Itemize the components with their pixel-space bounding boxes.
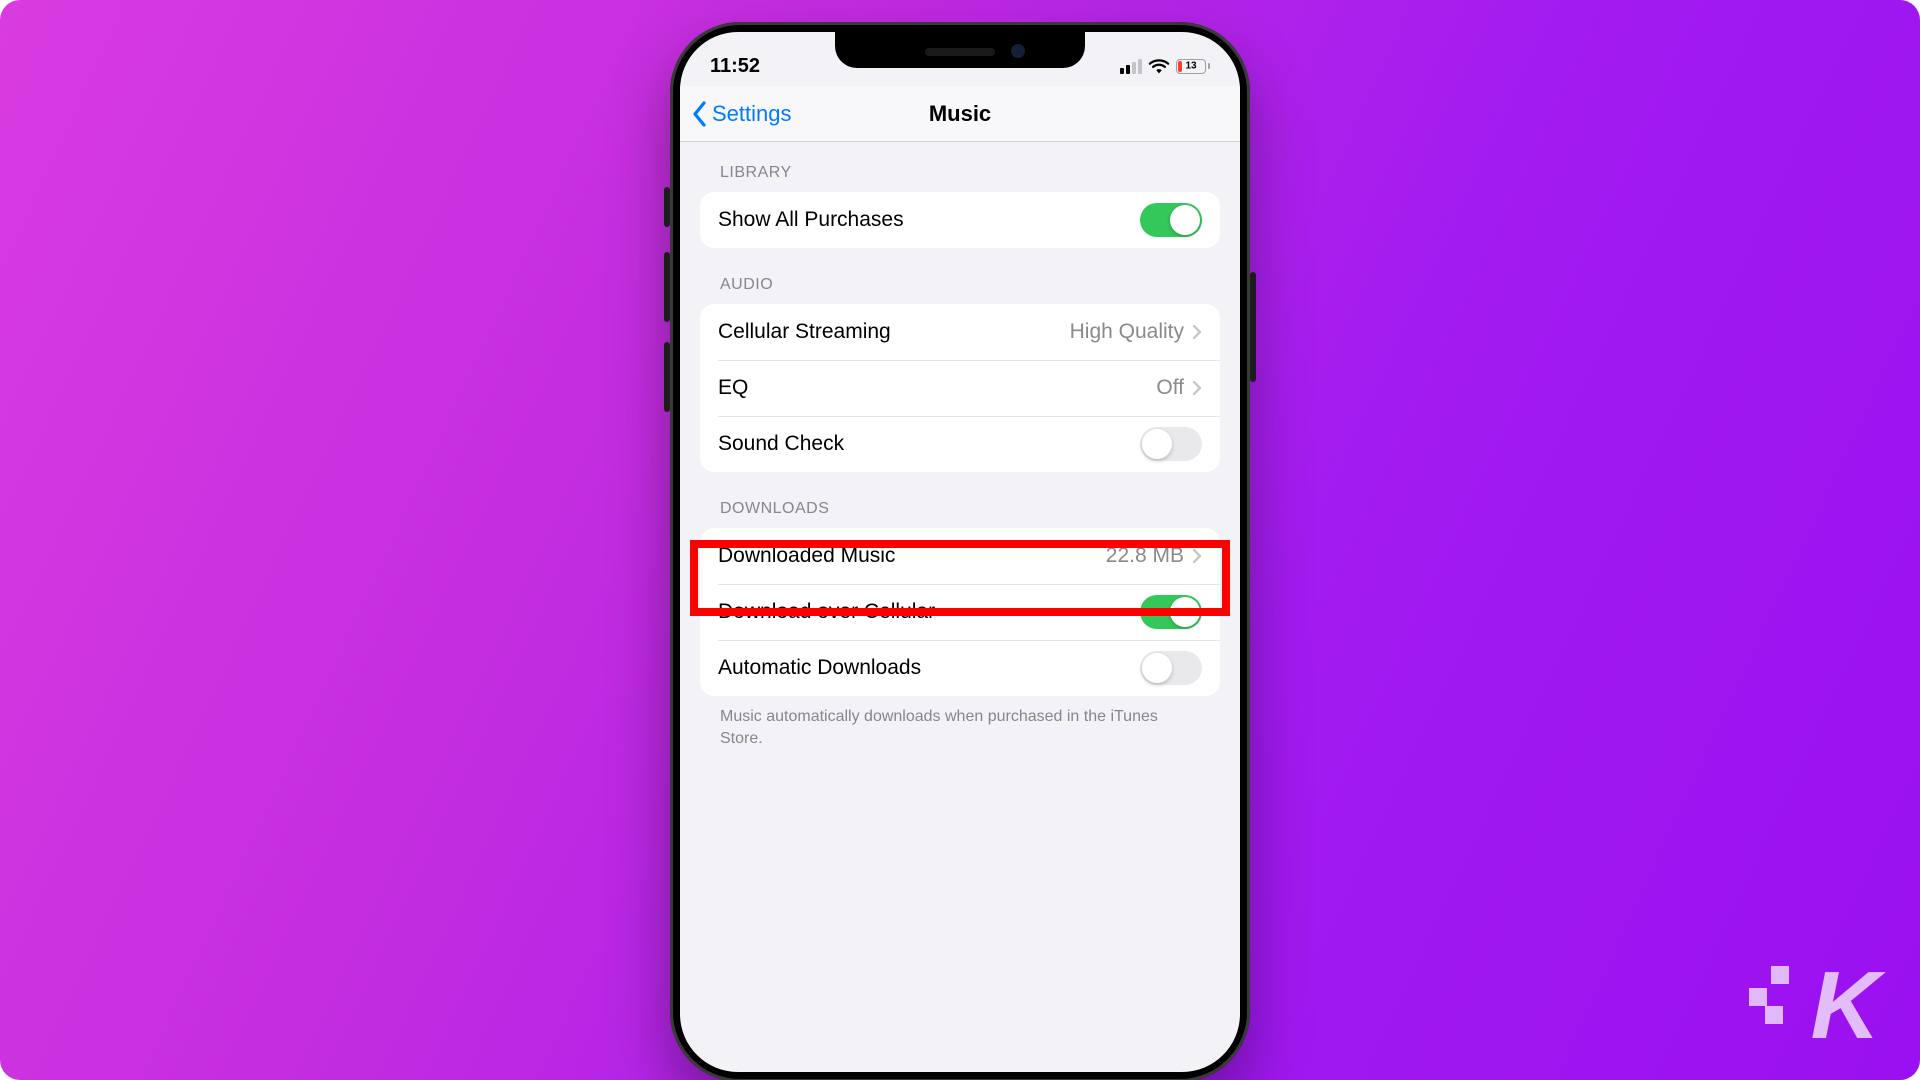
mute-switch	[664, 187, 670, 227]
row-sound-check[interactable]: Sound Check	[700, 416, 1220, 472]
wifi-icon	[1148, 57, 1170, 75]
toggle-sound-check[interactable]	[1140, 427, 1202, 461]
row-automatic-downloads[interactable]: Automatic Downloads	[700, 640, 1220, 696]
battery-icon: 13	[1176, 59, 1210, 74]
section-header-downloads: DOWNLOADS	[700, 472, 1220, 528]
chevron-right-icon	[1192, 548, 1202, 564]
screen: 11:52 13	[680, 32, 1240, 1072]
value-eq: Off	[1156, 376, 1184, 400]
value-downloaded-music: 22.8 MB	[1106, 544, 1184, 568]
row-cellular-streaming[interactable]: Cellular Streaming High Quality	[700, 304, 1220, 360]
chevron-right-icon	[1192, 324, 1202, 340]
row-eq[interactable]: EQ Off	[700, 360, 1220, 416]
cellular-signal-icon	[1120, 59, 1142, 74]
watermark-letter: K	[1811, 952, 1876, 1059]
label-download-over-cellular: Download over Cellular	[718, 600, 1140, 624]
volume-up-button	[664, 252, 670, 322]
side-button	[1250, 272, 1256, 382]
status-time: 11:52	[710, 55, 760, 78]
phone-frame: 11:52 13	[670, 22, 1250, 1080]
notch	[835, 32, 1085, 68]
chevron-right-icon	[1192, 380, 1202, 396]
label-eq: EQ	[718, 376, 1156, 400]
back-label: Settings	[712, 101, 792, 127]
row-show-all-purchases[interactable]: Show All Purchases	[700, 192, 1220, 248]
page-title: Music	[929, 101, 991, 127]
toggle-download-over-cellular[interactable]	[1140, 595, 1202, 629]
navigation-bar: Settings Music	[680, 86, 1240, 142]
group-downloads: Downloaded Music 22.8 MB Download over C…	[700, 528, 1220, 696]
row-downloaded-music[interactable]: Downloaded Music 22.8 MB	[700, 528, 1220, 584]
section-header-library: LIBRARY	[700, 142, 1220, 192]
group-audio: Cellular Streaming High Quality EQ Off S…	[700, 304, 1220, 472]
toggle-show-all-purchases[interactable]	[1140, 203, 1202, 237]
toggle-automatic-downloads[interactable]	[1140, 651, 1202, 685]
label-sound-check: Sound Check	[718, 432, 1140, 456]
row-download-over-cellular[interactable]: Download over Cellular	[700, 584, 1220, 640]
section-header-audio: AUDIO	[700, 248, 1220, 304]
label-show-all-purchases: Show All Purchases	[718, 208, 1140, 232]
footer-automatic-downloads: Music automatically downloads when purch…	[700, 696, 1220, 749]
watermark: K	[1811, 958, 1876, 1054]
back-button[interactable]: Settings	[692, 86, 792, 141]
chevron-left-icon	[692, 101, 708, 127]
battery-percentage: 13	[1185, 61, 1196, 72]
background: K 11:52	[0, 0, 1920, 1080]
volume-down-button	[664, 342, 670, 412]
settings-content[interactable]: LIBRARY Show All Purchases AUDIO Cellula…	[680, 142, 1240, 1072]
group-library: Show All Purchases	[700, 192, 1220, 248]
label-downloaded-music: Downloaded Music	[718, 544, 1106, 568]
value-cellular-streaming: High Quality	[1070, 320, 1184, 344]
label-cellular-streaming: Cellular Streaming	[718, 320, 1070, 344]
label-automatic-downloads: Automatic Downloads	[718, 656, 1140, 680]
